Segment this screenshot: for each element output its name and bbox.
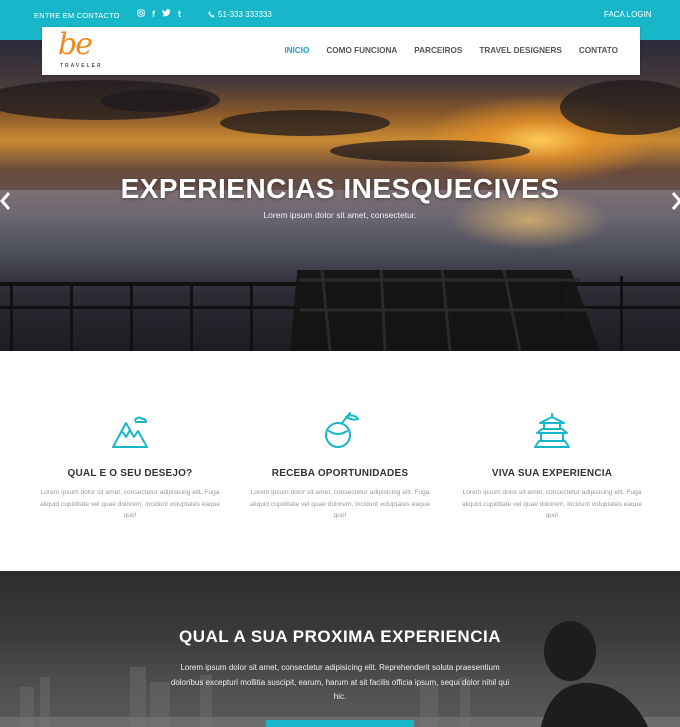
feature-item: VIVA SUA EXPERIENCIA Lorem ipsum dolor s… <box>447 411 657 522</box>
hero-cloud <box>220 110 390 136</box>
hero-title: EXPERIENCIAS INESQUECIVES <box>120 173 560 204</box>
hero-railing <box>0 270 680 351</box>
hero-subtitle: Lorem ipsum dolor sit amet, consectetur. <box>263 210 417 220</box>
next-experience-section: QUAL A SUA PROXIMA EXPERIENCIA Lorem ips… <box>0 571 680 727</box>
section-title: QUAL A SUA PROXIMA EXPERIENCIA <box>179 627 501 646</box>
phone-icon <box>208 11 215 18</box>
feature-text: Lorem ipsum dolor sit amet, consectetur … <box>250 489 430 519</box>
site-logo[interactable]: be TRAVELER <box>54 27 118 71</box>
tumblr-icon[interactable]: t <box>178 9 181 19</box>
nav-item-inicio[interactable]: INICIO <box>284 46 309 55</box>
feature-item: RECEBA OPORTUNIDADES Lorem ipsum dolor s… <box>235 411 445 522</box>
main-navbar: be TRAVELER INICIO COMO FUNCIONA PARCEIR… <box>42 27 640 75</box>
pagoda-icon <box>534 413 570 448</box>
feature-title: RECEBA OPORTUNIDADES <box>271 468 409 479</box>
facebook-icon[interactable]: f <box>152 9 155 19</box>
login-link[interactable]: FACA LOGIN <box>604 10 652 19</box>
contact-link[interactable]: ENTRE EM CONTACTO <box>34 11 120 20</box>
hero-slider: EXPERIENCIAS INESQUECIVES Lorem ipsum do… <box>0 40 680 351</box>
logo-tagline: TRAVELER <box>60 63 103 69</box>
feature-text: Lorem ipsum dolor sit amet, consectetur … <box>40 489 220 519</box>
logo-mark: be <box>58 27 93 62</box>
phone-number: 51-333 333333 <box>218 10 272 19</box>
features-section: QUAL E O SEU DESEJO? Lorem ipsum dolor s… <box>0 351 680 571</box>
nav-item-como-funciona[interactable]: COMO FUNCIONA <box>326 46 397 55</box>
feature-text: Lorem ipsum dolor sit amet, consectetur … <box>462 489 642 519</box>
nav-item-parceiros[interactable]: PARCEIROS <box>414 46 462 55</box>
feature-item: QUAL E O SEU DESEJO? Lorem ipsum dolor s… <box>25 411 235 522</box>
nav-menu: INICIO COMO FUNCIONA PARCEIROS TRAVEL DE… <box>284 46 618 55</box>
mountain-icon <box>112 416 148 448</box>
phone-info: 51-333 333333 <box>208 10 272 19</box>
nav-item-travel-designers[interactable]: TRAVEL DESIGNERS <box>479 46 562 55</box>
hero-cloud <box>100 90 210 112</box>
feature-title: QUAL E O SEU DESEJO? <box>67 468 193 479</box>
hero-cloud <box>330 140 530 162</box>
coconut-drink-icon <box>325 412 360 448</box>
chevron-right-icon[interactable] <box>670 190 680 212</box>
social-links: f t <box>137 9 181 19</box>
section-text: Lorem ipsum dolor sit amet, consectetur … <box>170 663 510 701</box>
cta-button[interactable] <box>266 720 414 727</box>
nav-item-contato[interactable]: CONTATO <box>579 46 618 55</box>
instagram-icon[interactable] <box>137 9 145 17</box>
chevron-left-icon[interactable] <box>0 190 12 212</box>
feature-title: VIVA SUA EXPERIENCIA <box>491 468 613 479</box>
twitter-icon[interactable] <box>162 9 171 17</box>
